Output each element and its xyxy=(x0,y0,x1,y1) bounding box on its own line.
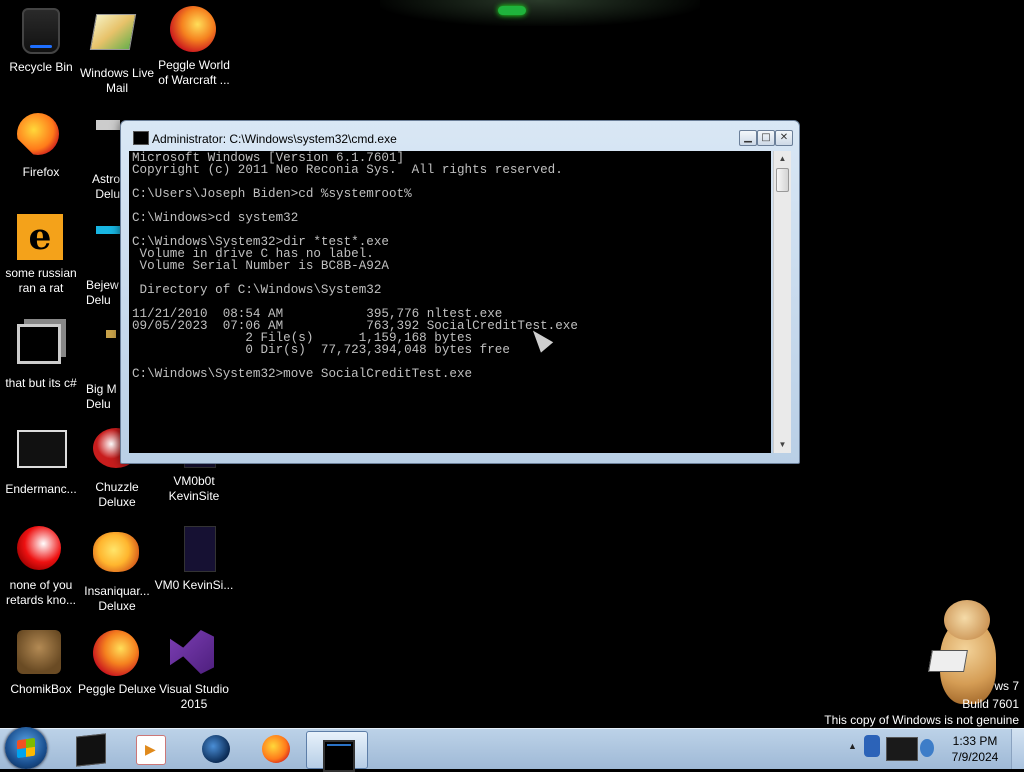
vertical-scrollbar[interactable]: ▲ ▼ xyxy=(773,151,791,453)
tray-network-icon[interactable] xyxy=(920,739,934,757)
desktop-icon-windows-live-mail[interactable]: Windows Live Mail xyxy=(76,6,158,96)
desktop-icon-label: Endermanc... xyxy=(5,482,77,496)
media-player-icon xyxy=(136,735,166,765)
show-desktop-button[interactable] xyxy=(1011,729,1024,769)
watermark-version: ws 7 xyxy=(994,679,1019,693)
desktop-icon-label: Astro Delu xyxy=(91,172,120,201)
top-decoration xyxy=(380,0,700,26)
desktop-icon-russian-rat[interactable]: e some russian ran a rat xyxy=(0,214,82,296)
desktop-icon-peggle-wow[interactable]: Peggle World of Warcraft ... xyxy=(153,6,235,88)
clock-time: 1:33 PM xyxy=(952,734,998,748)
show-hidden-icons-icon[interactable]: ▲ xyxy=(848,741,857,751)
desktop-icon-recycle-bin[interactable]: Recycle Bin xyxy=(0,6,82,75)
cmd-icon xyxy=(323,740,355,772)
close-button[interactable]: ✕ xyxy=(775,130,793,146)
insaniquarium-icon xyxy=(93,532,141,580)
desktop-icon-that-but-its-csharp[interactable]: that but its c# xyxy=(0,318,82,391)
maximize-button[interactable]: □ xyxy=(757,130,775,146)
desktop-icon-insaniquarium[interactable]: Insaniquar... Deluxe xyxy=(76,526,158,614)
game-icon xyxy=(106,330,120,378)
taskbar: ▲ 1:33 PM 7/9/2024 xyxy=(0,727,1024,772)
system-tray: ▲ xyxy=(842,729,942,769)
desktop-icon-label: some russian ran a rat xyxy=(5,266,77,295)
desktop-icon-label: Peggle Deluxe xyxy=(77,682,157,696)
desktop-icon-visual-studio[interactable]: Visual Studio 2015 xyxy=(153,630,235,712)
desktop-icon-peggle-deluxe[interactable]: Peggle Deluxe xyxy=(76,630,158,697)
desktop-icon-none-of-you[interactable]: none of you retards kno... xyxy=(0,526,82,608)
astro-icon xyxy=(96,120,120,168)
scroll-thumb[interactable] xyxy=(776,168,789,192)
bejeweled-icon xyxy=(96,226,120,274)
scroll-up-icon[interactable]: ▲ xyxy=(774,151,791,167)
windows-live-mail-icon xyxy=(89,14,141,62)
peggle-icon xyxy=(93,630,141,678)
console-output[interactable]: Microsoft Windows [Version 6.1.7601] Cop… xyxy=(129,151,771,453)
desktop-icon-astro[interactable]: Astro Delu xyxy=(76,110,120,202)
cmd-icon xyxy=(133,131,149,145)
vmware-icon xyxy=(76,733,106,767)
desktop-icon-label: Insaniquar... Deluxe xyxy=(84,584,150,613)
window-title: Administrator: C:\Windows\system32\cmd.e… xyxy=(152,132,397,146)
recycle-bin-icon xyxy=(17,8,65,56)
taskbar-media-player[interactable] xyxy=(120,731,176,767)
desktop-icon-big-money[interactable]: Big M Delu xyxy=(86,318,120,412)
shortcut-icon xyxy=(17,324,65,372)
tray-app-icon[interactable] xyxy=(864,735,880,757)
file-e-icon: e xyxy=(17,214,65,262)
desktop-icon-bejeweled[interactable]: Bejew Delu xyxy=(86,214,120,308)
desktop-icon-label: VM0 KevinSi... xyxy=(154,578,234,592)
scroll-down-icon[interactable]: ▼ xyxy=(774,437,791,453)
desktop-icon-label: VM0b0t KevinSite xyxy=(168,474,220,503)
ball-icon xyxy=(17,526,65,574)
top-indicator-light xyxy=(498,6,526,15)
terminal-icon xyxy=(17,430,67,478)
minimize-button[interactable]: ▁ xyxy=(739,130,757,146)
firefox-icon xyxy=(262,735,290,763)
peggle-icon xyxy=(170,6,218,54)
clock-date: 7/9/2024 xyxy=(951,750,999,764)
firefox-icon xyxy=(17,113,65,161)
taskbar-vmware[interactable] xyxy=(60,731,116,767)
desktop-icon-vm0-kevinsite[interactable]: VM0 KevinSi... xyxy=(153,526,235,593)
start-button[interactable] xyxy=(5,727,47,769)
visual-studio-icon xyxy=(170,630,218,678)
console-text: Microsoft Windows [Version 6.1.7601] Cop… xyxy=(132,151,578,381)
globe-icon xyxy=(202,735,230,763)
desktop-icon-label: Visual Studio 2015 xyxy=(159,682,229,711)
desktop-icon-label: Peggle World of Warcraft ... xyxy=(158,58,230,87)
tray-monitor-icon[interactable] xyxy=(886,737,918,761)
chomikbox-icon xyxy=(17,630,65,678)
cmd-window[interactable]: Administrator: C:\Windows\system32\cmd.e… xyxy=(120,120,800,464)
watermark-build: Build 7601 xyxy=(962,697,1019,711)
desktop-icon-label: Windows Live Mail xyxy=(79,66,155,95)
desktop-icon-firefox[interactable]: Firefox xyxy=(0,110,82,180)
desktop-icon-label: ChomikBox xyxy=(10,682,72,696)
windows-logo-icon xyxy=(17,737,35,759)
clock[interactable]: 1:33 PM 7/9/2024 xyxy=(944,733,1006,765)
desktop-icon-chomikbox[interactable]: ChomikBox xyxy=(0,630,82,697)
desktop-icon-label: Firefox xyxy=(22,165,60,179)
desktop-icon-label: that but its c# xyxy=(5,376,77,390)
desktop-icon-label: Big M Delu xyxy=(86,382,117,411)
desktop-icon-endermanc[interactable]: Endermanc... xyxy=(0,422,82,497)
taskbar-firefox[interactable] xyxy=(246,731,302,767)
cmd-titlebar[interactable]: Administrator: C:\Windows\system32\cmd.e… xyxy=(121,121,799,151)
taskbar-globe[interactable] xyxy=(186,731,242,767)
watermark-genuine-notice: This copy of Windows is not genuine xyxy=(824,713,1019,727)
taskbar-cmd[interactable] xyxy=(306,731,368,772)
desktop-icon-label: none of you retards kno... xyxy=(5,578,77,607)
desktop-icon-label: Chuzzle Deluxe xyxy=(95,480,139,509)
desktop-icon-label: Bejew Delu xyxy=(86,278,119,307)
desktop-icon-label: Recycle Bin xyxy=(9,60,73,74)
vm-icon xyxy=(170,526,218,574)
